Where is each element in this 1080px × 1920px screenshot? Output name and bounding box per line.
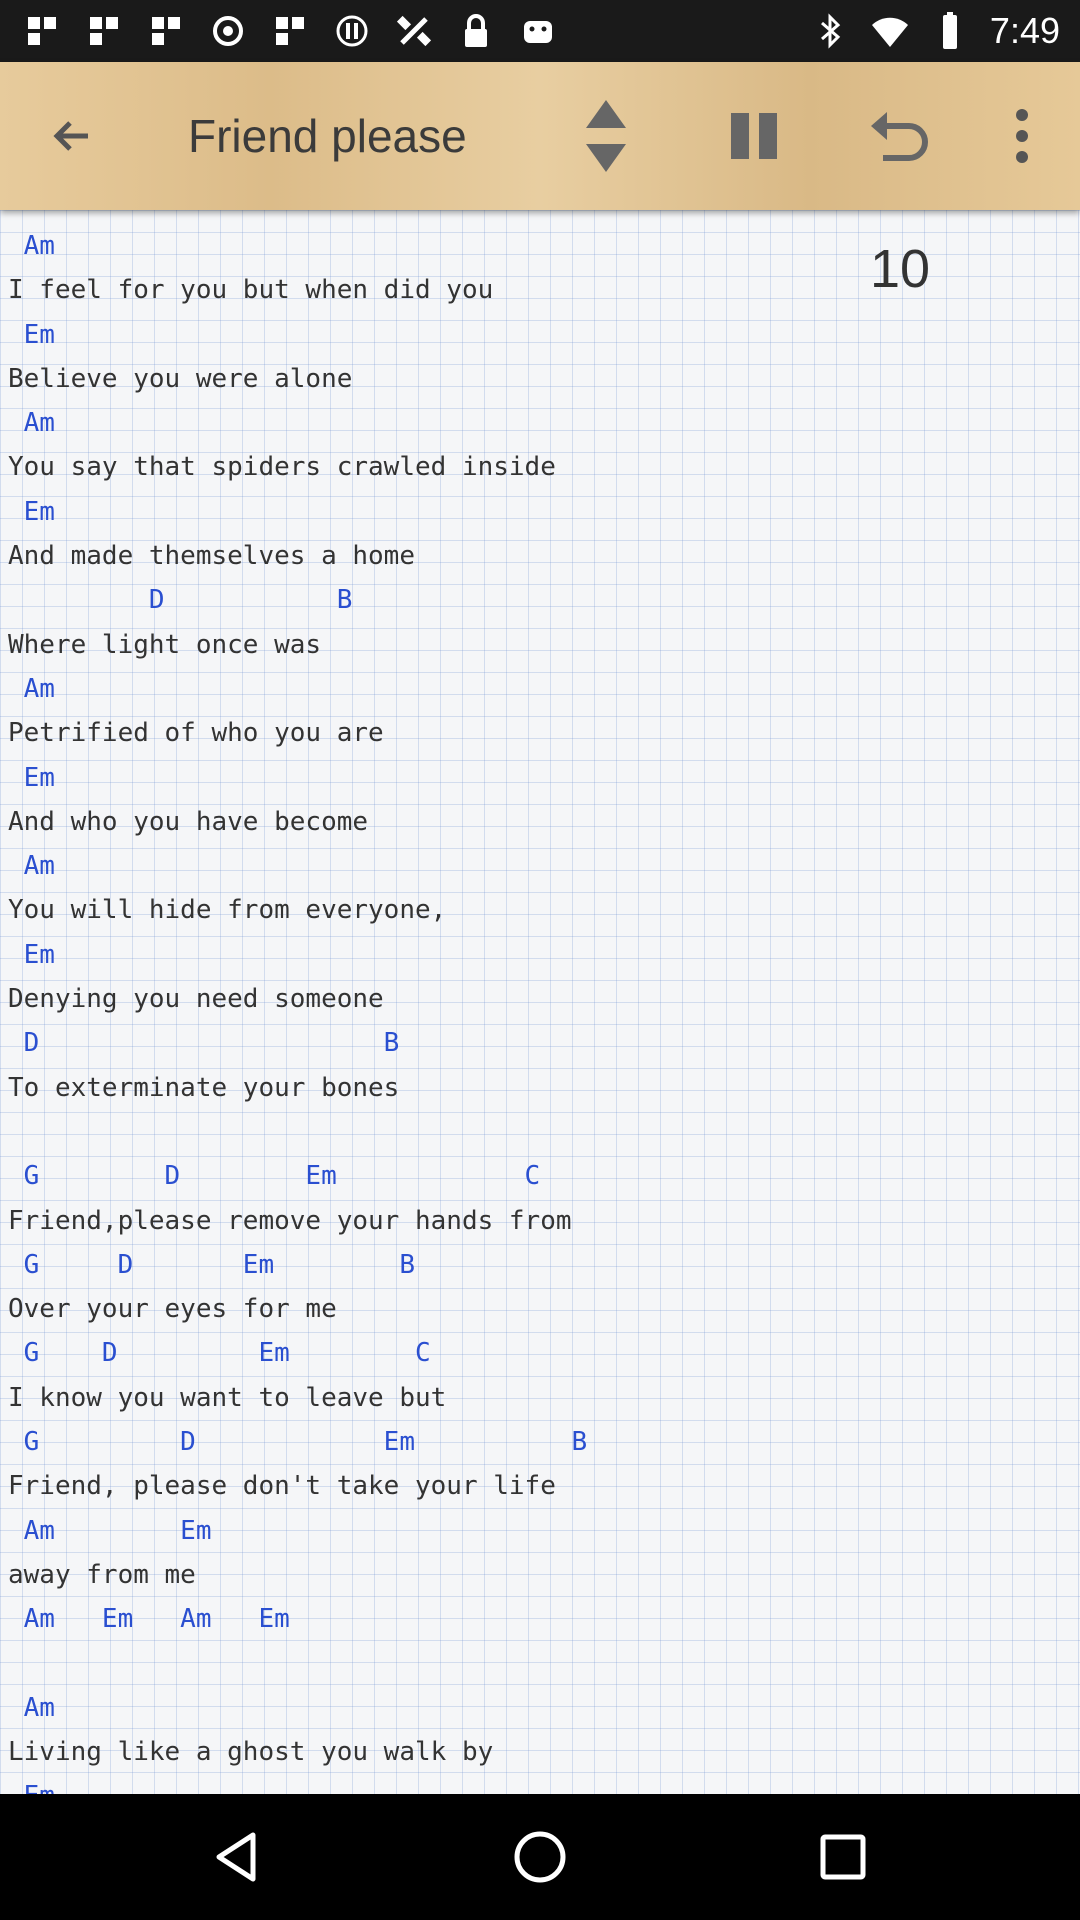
lyric-line: Living like a ghost you walk by	[8, 1737, 494, 1768]
notification-icon	[276, 17, 304, 45]
autoscroll-button[interactable]	[556, 62, 656, 210]
back-button[interactable]	[22, 62, 122, 210]
arrow-left-icon	[53, 121, 88, 151]
page-title: Friend please	[188, 110, 467, 162]
nav-recents-button[interactable]	[763, 1794, 923, 1920]
lyric-line: To exterminate your bones	[8, 1072, 400, 1103]
chord-line: Am Em	[8, 1515, 212, 1546]
lyrics-chords: Am I feel for you but when did you Em Beli…	[8, 224, 587, 1794]
navigation-bar	[0, 1794, 1080, 1920]
chord-line: Em	[8, 762, 55, 793]
status-bar: 7:49	[0, 0, 1080, 62]
notification-icon	[152, 17, 180, 45]
undo-icon	[871, 112, 928, 161]
chord-line: Am	[8, 1692, 55, 1723]
chord-line: Em	[8, 496, 55, 527]
lyric-line: You say that spiders crawled inside	[8, 452, 556, 483]
lyric-line: Over your eyes for me	[8, 1294, 337, 1325]
chord-line: G D Em C	[8, 1338, 431, 1369]
lyric-line: Petrified of who you are	[8, 718, 384, 749]
toolbar: Friend please	[0, 62, 1080, 210]
chord-line: D B	[8, 585, 353, 616]
chord-line: Em	[8, 939, 55, 970]
pause-icon	[731, 113, 777, 159]
lyric-line: I know you want to leave but	[8, 1382, 447, 1413]
lock-icon	[465, 14, 487, 47]
android-icon	[524, 21, 552, 43]
lyric-line: Friend, please don't take your life	[8, 1471, 556, 1502]
chord-line: D B	[8, 1028, 400, 1059]
undo-button[interactable]	[851, 62, 951, 210]
more-options-button[interactable]	[972, 62, 1072, 210]
chord-line: G D Em C	[8, 1161, 541, 1192]
lyric-line: Friend,please remove your hands from	[8, 1205, 572, 1236]
chord-line: Am	[8, 851, 55, 882]
chord-line: Am	[8, 673, 55, 704]
notification-area	[22, 0, 558, 62]
nav-back-button[interactable]	[157, 1794, 317, 1920]
chord-line: Em	[8, 1774, 587, 1794]
record-icon	[213, 16, 243, 46]
notification-icon	[90, 17, 118, 45]
square-recents-icon	[820, 1834, 866, 1880]
scroll-counter: 10	[870, 239, 931, 299]
lyric-line: away from me	[8, 1559, 196, 1590]
pause-button[interactable]	[704, 62, 804, 210]
chord-line: G D Em B	[8, 1427, 588, 1458]
wifi-icon	[871, 17, 908, 47]
clock: 7:49	[989, 10, 1060, 51]
chord-line: G D Em B	[8, 1249, 415, 1280]
triangle-back-icon	[216, 1832, 256, 1882]
lyric-line: Where light once was	[8, 629, 322, 660]
circle-home-icon	[514, 1831, 566, 1883]
up-down-arrows-icon	[586, 100, 626, 172]
chord-line: Am Em Am Em	[8, 1604, 290, 1635]
notification-icon	[28, 17, 56, 45]
lyric-line: Denying you need someone	[8, 984, 384, 1015]
bluetooth-icon	[820, 13, 841, 49]
data-icon	[336, 15, 368, 47]
more-vertical-icon	[1016, 109, 1028, 163]
lyric-line: You will hide from everyone,	[8, 895, 447, 926]
satellite-icon	[396, 15, 432, 47]
chord-line: Am	[8, 231, 55, 261]
chord-line: Em	[8, 319, 55, 350]
battery-icon	[942, 12, 957, 49]
lyric-line: And who you have become	[8, 806, 369, 837]
system-status: 7:49	[810, 0, 1060, 62]
song-sheet[interactable]: 10 Am I feel for you but when did you Em B…	[0, 210, 1080, 1794]
lyric-line: I feel for you but when did you	[8, 275, 494, 306]
nav-home-button[interactable]	[460, 1794, 620, 1920]
chord-line: Am	[8, 408, 55, 439]
lyric-line: And made themselves a home	[8, 541, 415, 572]
lyric-line: Believe you were alone	[8, 363, 353, 394]
